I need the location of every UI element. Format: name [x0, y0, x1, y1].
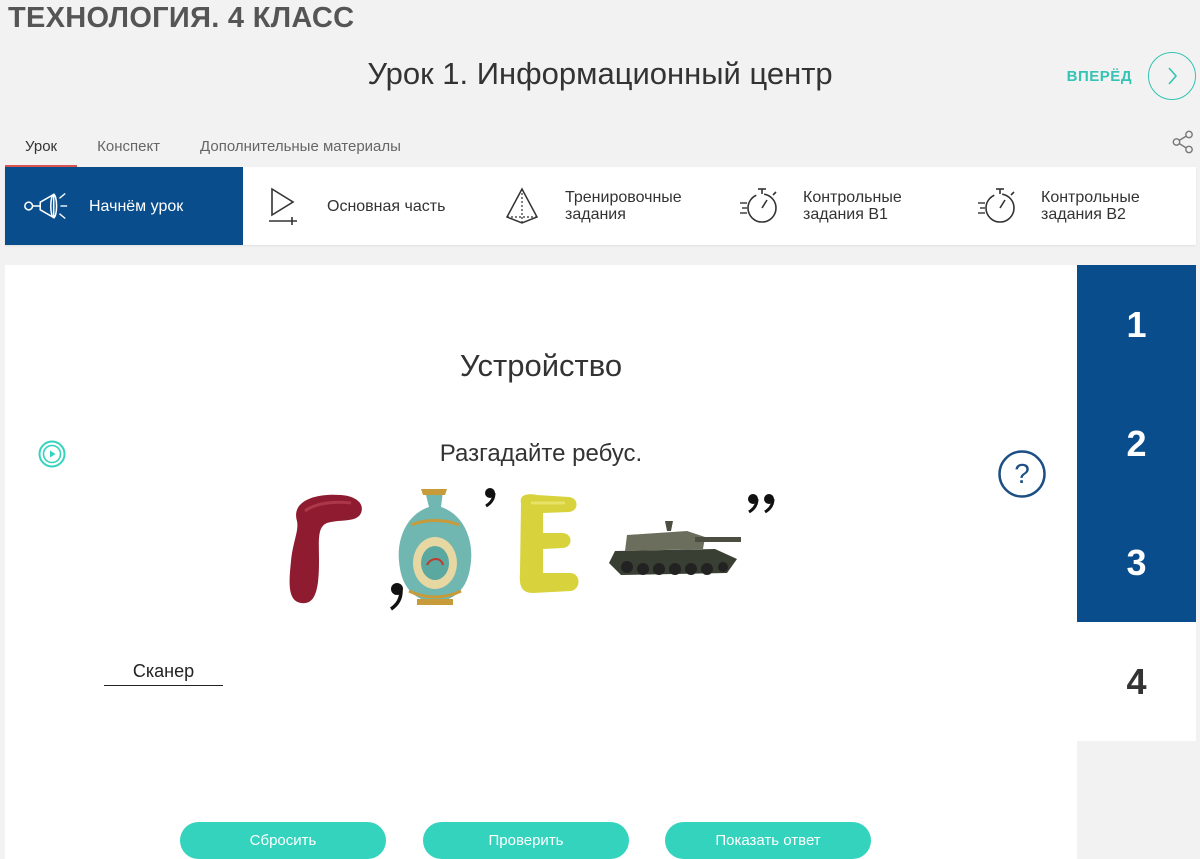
megaphone-icon [21, 184, 71, 228]
pyramid-icon [497, 184, 547, 228]
next-label[interactable]: ВПЕРЁД [1067, 68, 1132, 85]
stage-label: Контрольные задания В2 [1041, 189, 1140, 223]
check-button[interactable]: Проверить [423, 822, 629, 859]
tab-lesson[interactable]: Урок [5, 130, 78, 168]
stage-control-tasks-b1[interactable]: Контрольные задания В1 [719, 167, 957, 245]
stopwatch-icon [973, 184, 1023, 228]
rebus-double-apostrophe-mark [748, 494, 775, 514]
task-instruction: Разгадайте ребус. [439, 440, 643, 467]
tank-picture [609, 521, 741, 575]
lesson-stages-bar: Начнём урок Основная часть Тренировочные… [5, 167, 1196, 245]
stopwatch-icon [735, 184, 785, 228]
stage-control-tasks-b2[interactable]: Контрольные задания В2 [957, 167, 1195, 245]
next-navigation: ВПЕРЁД [1067, 52, 1196, 100]
rebus-comma-mark [389, 583, 403, 611]
lesson-tabs: Урок Конспект Дополнительные материалы [5, 130, 421, 168]
share-icon[interactable] [1172, 130, 1194, 159]
answer-field[interactable]: Сканер [104, 661, 223, 686]
step-2[interactable]: 2 [1077, 384, 1196, 503]
vase-picture [398, 489, 472, 605]
show-answer-button[interactable]: Показать ответ [665, 822, 871, 859]
step-navigator: 1 2 3 4 [1077, 265, 1196, 741]
course-title: ТЕХНОЛОГИЯ. 4 КЛАСС [8, 2, 355, 34]
stage-training-tasks[interactable]: Тренировочные задания [481, 167, 719, 245]
stage-main-part[interactable]: Основная часть [243, 167, 481, 245]
rebus-letter-e [519, 494, 579, 593]
step-3[interactable]: 3 [1077, 503, 1196, 622]
task-title: Устройство [459, 348, 623, 383]
rebus-letter-g [289, 494, 362, 604]
stage-label: Основная часть [327, 197, 446, 215]
tab-summary[interactable]: Конспект [77, 130, 180, 168]
step-1[interactable]: 1 [1077, 265, 1196, 384]
chevron-right-icon [1168, 67, 1178, 85]
step-4[interactable]: 4 [1077, 622, 1196, 741]
task-card: Устройство Разгадайте ребус. ? Сканер Сб… [5, 265, 1077, 859]
help-icon[interactable]: ? [997, 449, 1047, 504]
reset-button[interactable]: Сбросить [180, 822, 386, 859]
rebus-image [289, 488, 775, 611]
tab-additional-materials[interactable]: Дополнительные материалы [180, 130, 421, 168]
stage-label: Контрольные задания В1 [803, 189, 902, 223]
rebus-apostrophe-mark [485, 488, 496, 508]
stage-label: Тренировочные задания [565, 189, 682, 223]
stage-start-lesson[interactable]: Начнём урок [5, 167, 243, 245]
play-icon [259, 184, 309, 228]
stage-label: Начнём урок [89, 197, 184, 215]
next-button[interactable] [1148, 52, 1196, 100]
svg-text:?: ? [1014, 458, 1030, 489]
lesson-title: Урок 1. Информационный центр [367, 56, 833, 91]
